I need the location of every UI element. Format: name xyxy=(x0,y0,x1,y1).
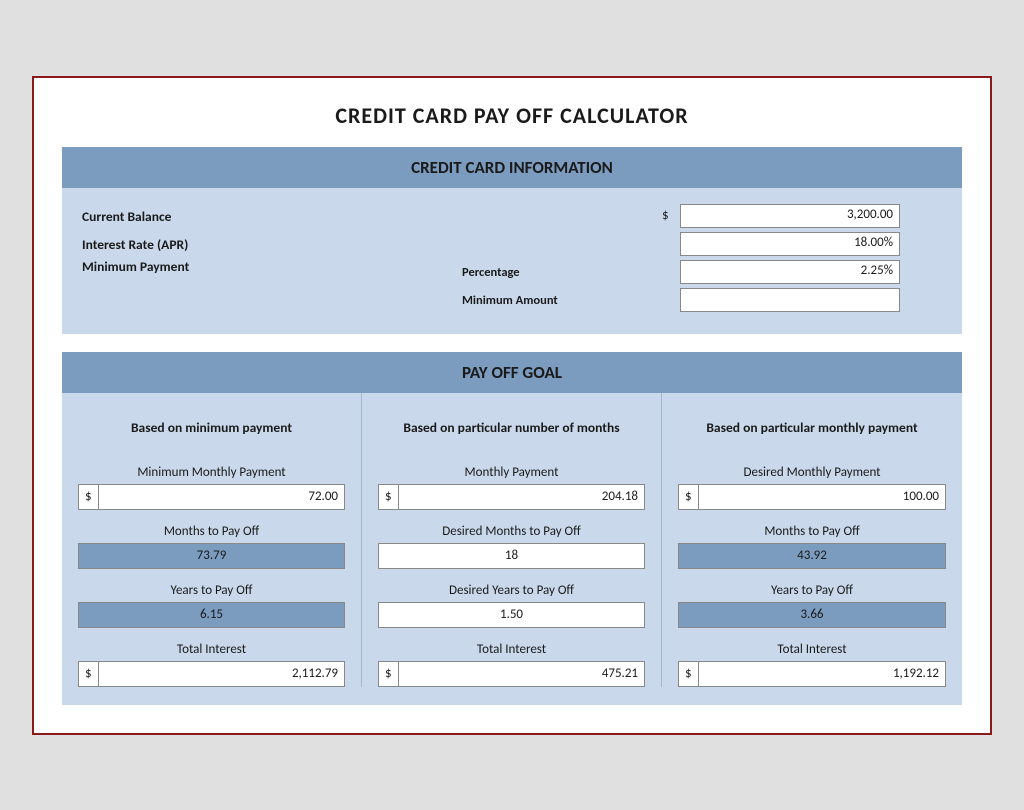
payoff-col-1: Based on minimum payment Minimum Monthly… xyxy=(62,393,362,687)
col2-field2-label: Desired Months to Pay Off xyxy=(378,524,645,539)
col3-field4-input: $ 1,192.12 xyxy=(678,661,946,687)
col1-field4-value: 2,112.79 xyxy=(99,666,344,681)
main-title: CREDIT CARD PAY OFF CALCULATOR xyxy=(62,102,962,129)
col3-field1-value: 100.00 xyxy=(699,489,945,504)
credit-card-body: Current Balance Interest Rate (APR) Mini… xyxy=(62,188,962,334)
interest-rate-row: 18.00% xyxy=(662,232,942,256)
col2-field3-value: 1.50 xyxy=(378,602,645,628)
interest-rate-value[interactable]: 18.00% xyxy=(680,232,900,256)
label-current-balance: Current Balance xyxy=(82,203,171,231)
payoff-body: Based on minimum payment Minimum Monthly… xyxy=(62,393,962,705)
payoff-col-3: Based on particular monthly payment Desi… xyxy=(662,393,962,687)
label-interest-rate: Interest Rate (APR) xyxy=(82,231,188,259)
col1-field1-input[interactable]: $ 72.00 xyxy=(78,484,345,510)
col1-field4-dollar: $ xyxy=(79,662,99,686)
col2-field1-label: Monthly Payment xyxy=(378,465,645,480)
col3-field1-label: Desired Monthly Payment xyxy=(678,465,946,480)
col2-field2-value[interactable]: 18 xyxy=(378,543,645,569)
col1-field2-label: Months to Pay Off xyxy=(78,524,345,539)
col1-field4-label: Total Interest xyxy=(78,642,345,657)
min-payment-amt-value[interactable] xyxy=(680,288,900,312)
col2-field4-dollar: $ xyxy=(379,662,399,686)
col2-field1-dollar: $ xyxy=(379,485,399,509)
col3-field1-input[interactable]: $ 100.00 xyxy=(678,484,946,510)
col3-field2-label: Months to Pay Off xyxy=(678,524,946,539)
col1-field1-dollar: $ xyxy=(79,485,99,509)
current-balance-value[interactable]: 3,200.00 xyxy=(680,204,900,228)
col1-field3-label: Years to Pay Off xyxy=(78,583,345,598)
calculator-wrapper: CREDIT CARD PAY OFF CALCULATOR CREDIT CA… xyxy=(32,76,992,735)
cc-sublabels: Percentage Minimum Amount xyxy=(462,204,662,316)
col3-field4-value: 1,192.12 xyxy=(699,666,945,681)
min-payment-amt-row xyxy=(662,288,942,312)
col3-field1-dollar: $ xyxy=(679,485,699,509)
col2-field3-label: Desired Years to Pay Off xyxy=(378,583,645,598)
col3-field3-value: 3.66 xyxy=(678,602,946,628)
col2-field4-input: $ 475.21 xyxy=(378,661,645,687)
col1-field4-input: $ 2,112.79 xyxy=(78,661,345,687)
current-balance-row: $ 3,200.00 xyxy=(662,204,942,228)
col1-field3-value: 6.15 xyxy=(78,602,345,628)
col1-header: Based on minimum payment xyxy=(78,407,345,451)
sublabel-minimum-amount: Minimum Amount xyxy=(462,288,558,314)
col2-field4-value: 475.21 xyxy=(399,666,644,681)
cc-values: $ 3,200.00 18.00% 2.25% xyxy=(662,204,942,314)
min-payment-pct-row: 2.25% xyxy=(662,260,942,284)
credit-card-section: CREDIT CARD INFORMATION Current Balance … xyxy=(62,147,962,334)
col3-field4-dollar: $ xyxy=(679,662,699,686)
label-minimum-payment: Minimum Payment xyxy=(82,260,189,274)
col2-field4-label: Total Interest xyxy=(378,642,645,657)
credit-card-header: CREDIT CARD INFORMATION xyxy=(62,147,962,188)
col3-field2-value: 43.92 xyxy=(678,543,946,569)
col1-field1-label: Minimum Monthly Payment xyxy=(78,465,345,480)
col2-header: Based on particular number of months xyxy=(378,407,645,451)
col2-field1-value: 204.18 xyxy=(399,489,644,504)
col3-header: Based on particular monthly payment xyxy=(678,407,946,451)
payoff-col-2: Based on particular number of months Mon… xyxy=(362,393,662,687)
col1-field1-value: 72.00 xyxy=(99,489,344,504)
payoff-header: PAY OFF GOAL xyxy=(62,352,962,393)
min-payment-pct-value[interactable]: 2.25% xyxy=(680,260,900,284)
sublabel-percentage: Percentage xyxy=(462,260,520,286)
payoff-columns: Based on minimum payment Minimum Monthly… xyxy=(62,393,962,687)
cc-labels: Current Balance Interest Rate (APR) Mini… xyxy=(82,204,462,316)
col2-field1-input[interactable]: $ 204.18 xyxy=(378,484,645,510)
payoff-section: PAY OFF GOAL Based on minimum payment Mi… xyxy=(62,352,962,705)
col3-field3-label: Years to Pay Off xyxy=(678,583,946,598)
col3-field4-label: Total Interest xyxy=(678,642,946,657)
current-balance-dollar: $ xyxy=(662,208,676,223)
col1-field2-value: 73.79 xyxy=(78,543,345,569)
